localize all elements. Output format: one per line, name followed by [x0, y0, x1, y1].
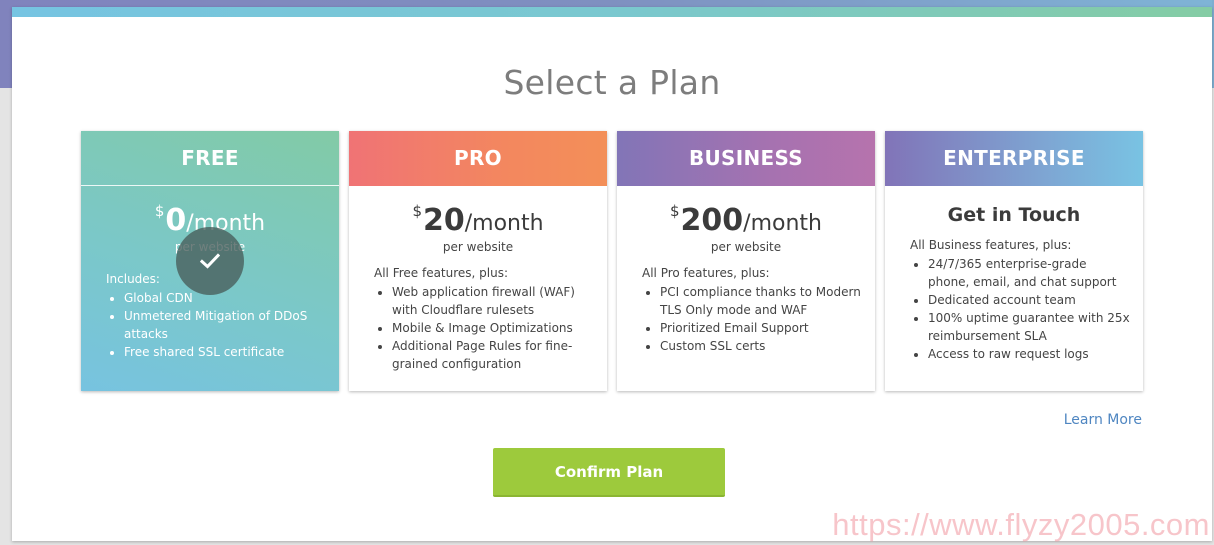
feature-item: Web application firewall (WAF) with Clou…: [392, 283, 595, 319]
feature-list: 24/7/365 enterprise-grade phone, email, …: [928, 255, 1131, 363]
currency-symbol: $: [670, 202, 680, 220]
feature-item: Additional Page Rules for fine-grained c…: [392, 337, 595, 373]
price-amount: 20: [422, 203, 465, 238]
page-title: Select a Plan: [503, 63, 721, 102]
plan-selection-panel: Select a Plan FREE $0/month per website …: [12, 7, 1212, 541]
feature-item: Prioritized Email Support: [660, 319, 863, 337]
panel-accent-strip: [12, 7, 1212, 17]
features-intro: All Pro features, plus:: [642, 266, 770, 280]
feature-item: Access to raw request logs: [928, 345, 1131, 363]
price-unit: per website: [442, 240, 514, 254]
plan-name: ENTERPRISE: [885, 131, 1143, 186]
price-unit: per website: [710, 240, 782, 254]
plan-name: PRO: [349, 131, 607, 186]
plan-name: FREE: [81, 131, 339, 186]
feature-item: Unmetered Mitigation of DDoS attacks: [124, 307, 327, 343]
features-intro: All Free features, plus:: [374, 266, 509, 280]
plan-card-free[interactable]: FREE $0/month per website Includes: Glob…: [81, 131, 339, 391]
price-amount: 200: [680, 203, 744, 238]
plan-card-business[interactable]: BUSINESS $200/month per website All Pro …: [617, 131, 875, 391]
plan-price: $20/month: [349, 202, 607, 238]
price-amount: 0: [165, 203, 187, 238]
feature-item: Mobile & Image Optimizations: [392, 319, 595, 337]
check-icon: [200, 253, 220, 269]
confirm-plan-button[interactable]: Confirm Plan: [493, 448, 725, 497]
feature-list: Web application firewall (WAF) with Clou…: [392, 283, 595, 373]
currency-symbol: $: [412, 202, 422, 220]
features-intro: All Business features, plus:: [910, 238, 1072, 252]
price-period: /month: [743, 211, 822, 236]
feature-list: PCI compliance thanks to Modern TLS Only…: [660, 283, 863, 355]
price-period: /month: [464, 211, 544, 236]
feature-item: 100% uptime guarantee with 25x reimburse…: [928, 309, 1131, 345]
feature-item: 24/7/365 enterprise-grade phone, email, …: [928, 255, 1131, 291]
currency-symbol: $: [154, 202, 165, 220]
plan-price: $200/month: [617, 202, 875, 238]
plan-card-pro[interactable]: PRO $20/month per website All Free featu…: [349, 131, 607, 391]
watermark: https://www.flyzy2005.com: [832, 507, 1210, 542]
feature-item: Global CDN: [124, 289, 327, 307]
feature-item: Free shared SSL certificate: [124, 343, 327, 361]
plan-name: BUSINESS: [617, 131, 875, 186]
feature-item: Custom SSL certs: [660, 337, 863, 355]
learn-more-link[interactable]: Learn More: [1064, 412, 1142, 428]
feature-list: Global CDN Unmetered Mitigation of DDoS …: [124, 289, 327, 361]
feature-item: PCI compliance thanks to Modern TLS Only…: [660, 283, 863, 319]
plan-headline: Get in Touch: [947, 204, 1081, 226]
selected-indicator: [176, 227, 244, 295]
feature-item: Dedicated account team: [928, 291, 1131, 309]
plan-card-enterprise[interactable]: ENTERPRISE Get in Touch All Business fea…: [885, 131, 1143, 391]
